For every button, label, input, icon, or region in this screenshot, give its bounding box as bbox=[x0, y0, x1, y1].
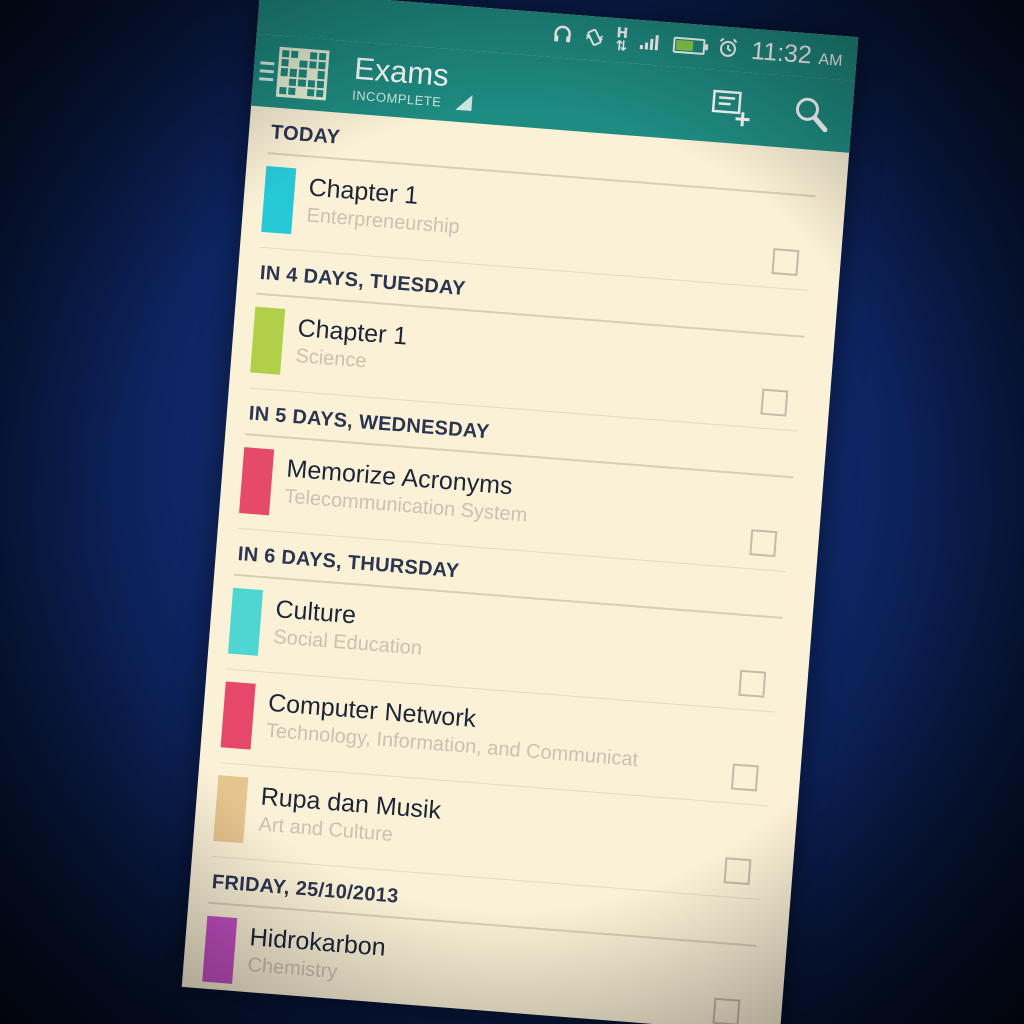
battery-icon bbox=[672, 36, 707, 56]
phone-screen: H ⇅ 11:32 AM Exams INCOMPLETE TODAY Chap… bbox=[181, 0, 859, 1024]
exam-list: TODAY Chapter 1 Enterpreneurship IN 4 DA… bbox=[182, 106, 850, 1024]
signal-icon bbox=[639, 31, 663, 54]
drawer-menu-icon[interactable] bbox=[259, 60, 275, 81]
search-icon[interactable] bbox=[791, 93, 832, 134]
subject-color-bar bbox=[202, 915, 238, 984]
complete-checkbox[interactable] bbox=[738, 669, 767, 698]
app-logo-icon[interactable] bbox=[275, 46, 330, 101]
clock-time: 11:32 bbox=[750, 36, 813, 69]
clock-ampm: AM bbox=[817, 50, 844, 70]
subject-color-bar bbox=[213, 775, 249, 844]
complete-checkbox[interactable] bbox=[771, 248, 800, 277]
alarm-icon bbox=[716, 36, 740, 63]
vibrate-icon bbox=[583, 26, 605, 50]
headset-icon bbox=[551, 24, 573, 48]
status-clock: 11:32 AM bbox=[750, 36, 844, 72]
data-arrows-icon: H ⇅ bbox=[614, 25, 629, 55]
add-list-icon[interactable] bbox=[709, 86, 754, 129]
filter-label: INCOMPLETE bbox=[351, 87, 443, 110]
title-dropdown[interactable]: Exams INCOMPLETE bbox=[351, 51, 475, 112]
complete-checkbox[interactable] bbox=[749, 529, 778, 558]
subject-color-bar bbox=[261, 166, 297, 235]
network-type-label: H bbox=[615, 25, 629, 43]
complete-checkbox[interactable] bbox=[712, 997, 741, 1024]
subject-color-bar bbox=[227, 587, 264, 656]
complete-checkbox[interactable] bbox=[723, 857, 752, 886]
subject-color-bar bbox=[239, 447, 275, 516]
complete-checkbox[interactable] bbox=[760, 388, 789, 417]
dropdown-triangle-icon bbox=[454, 93, 473, 111]
subject-color-bar bbox=[220, 681, 256, 750]
subject-color-bar bbox=[250, 306, 286, 375]
complete-checkbox[interactable] bbox=[730, 763, 759, 792]
